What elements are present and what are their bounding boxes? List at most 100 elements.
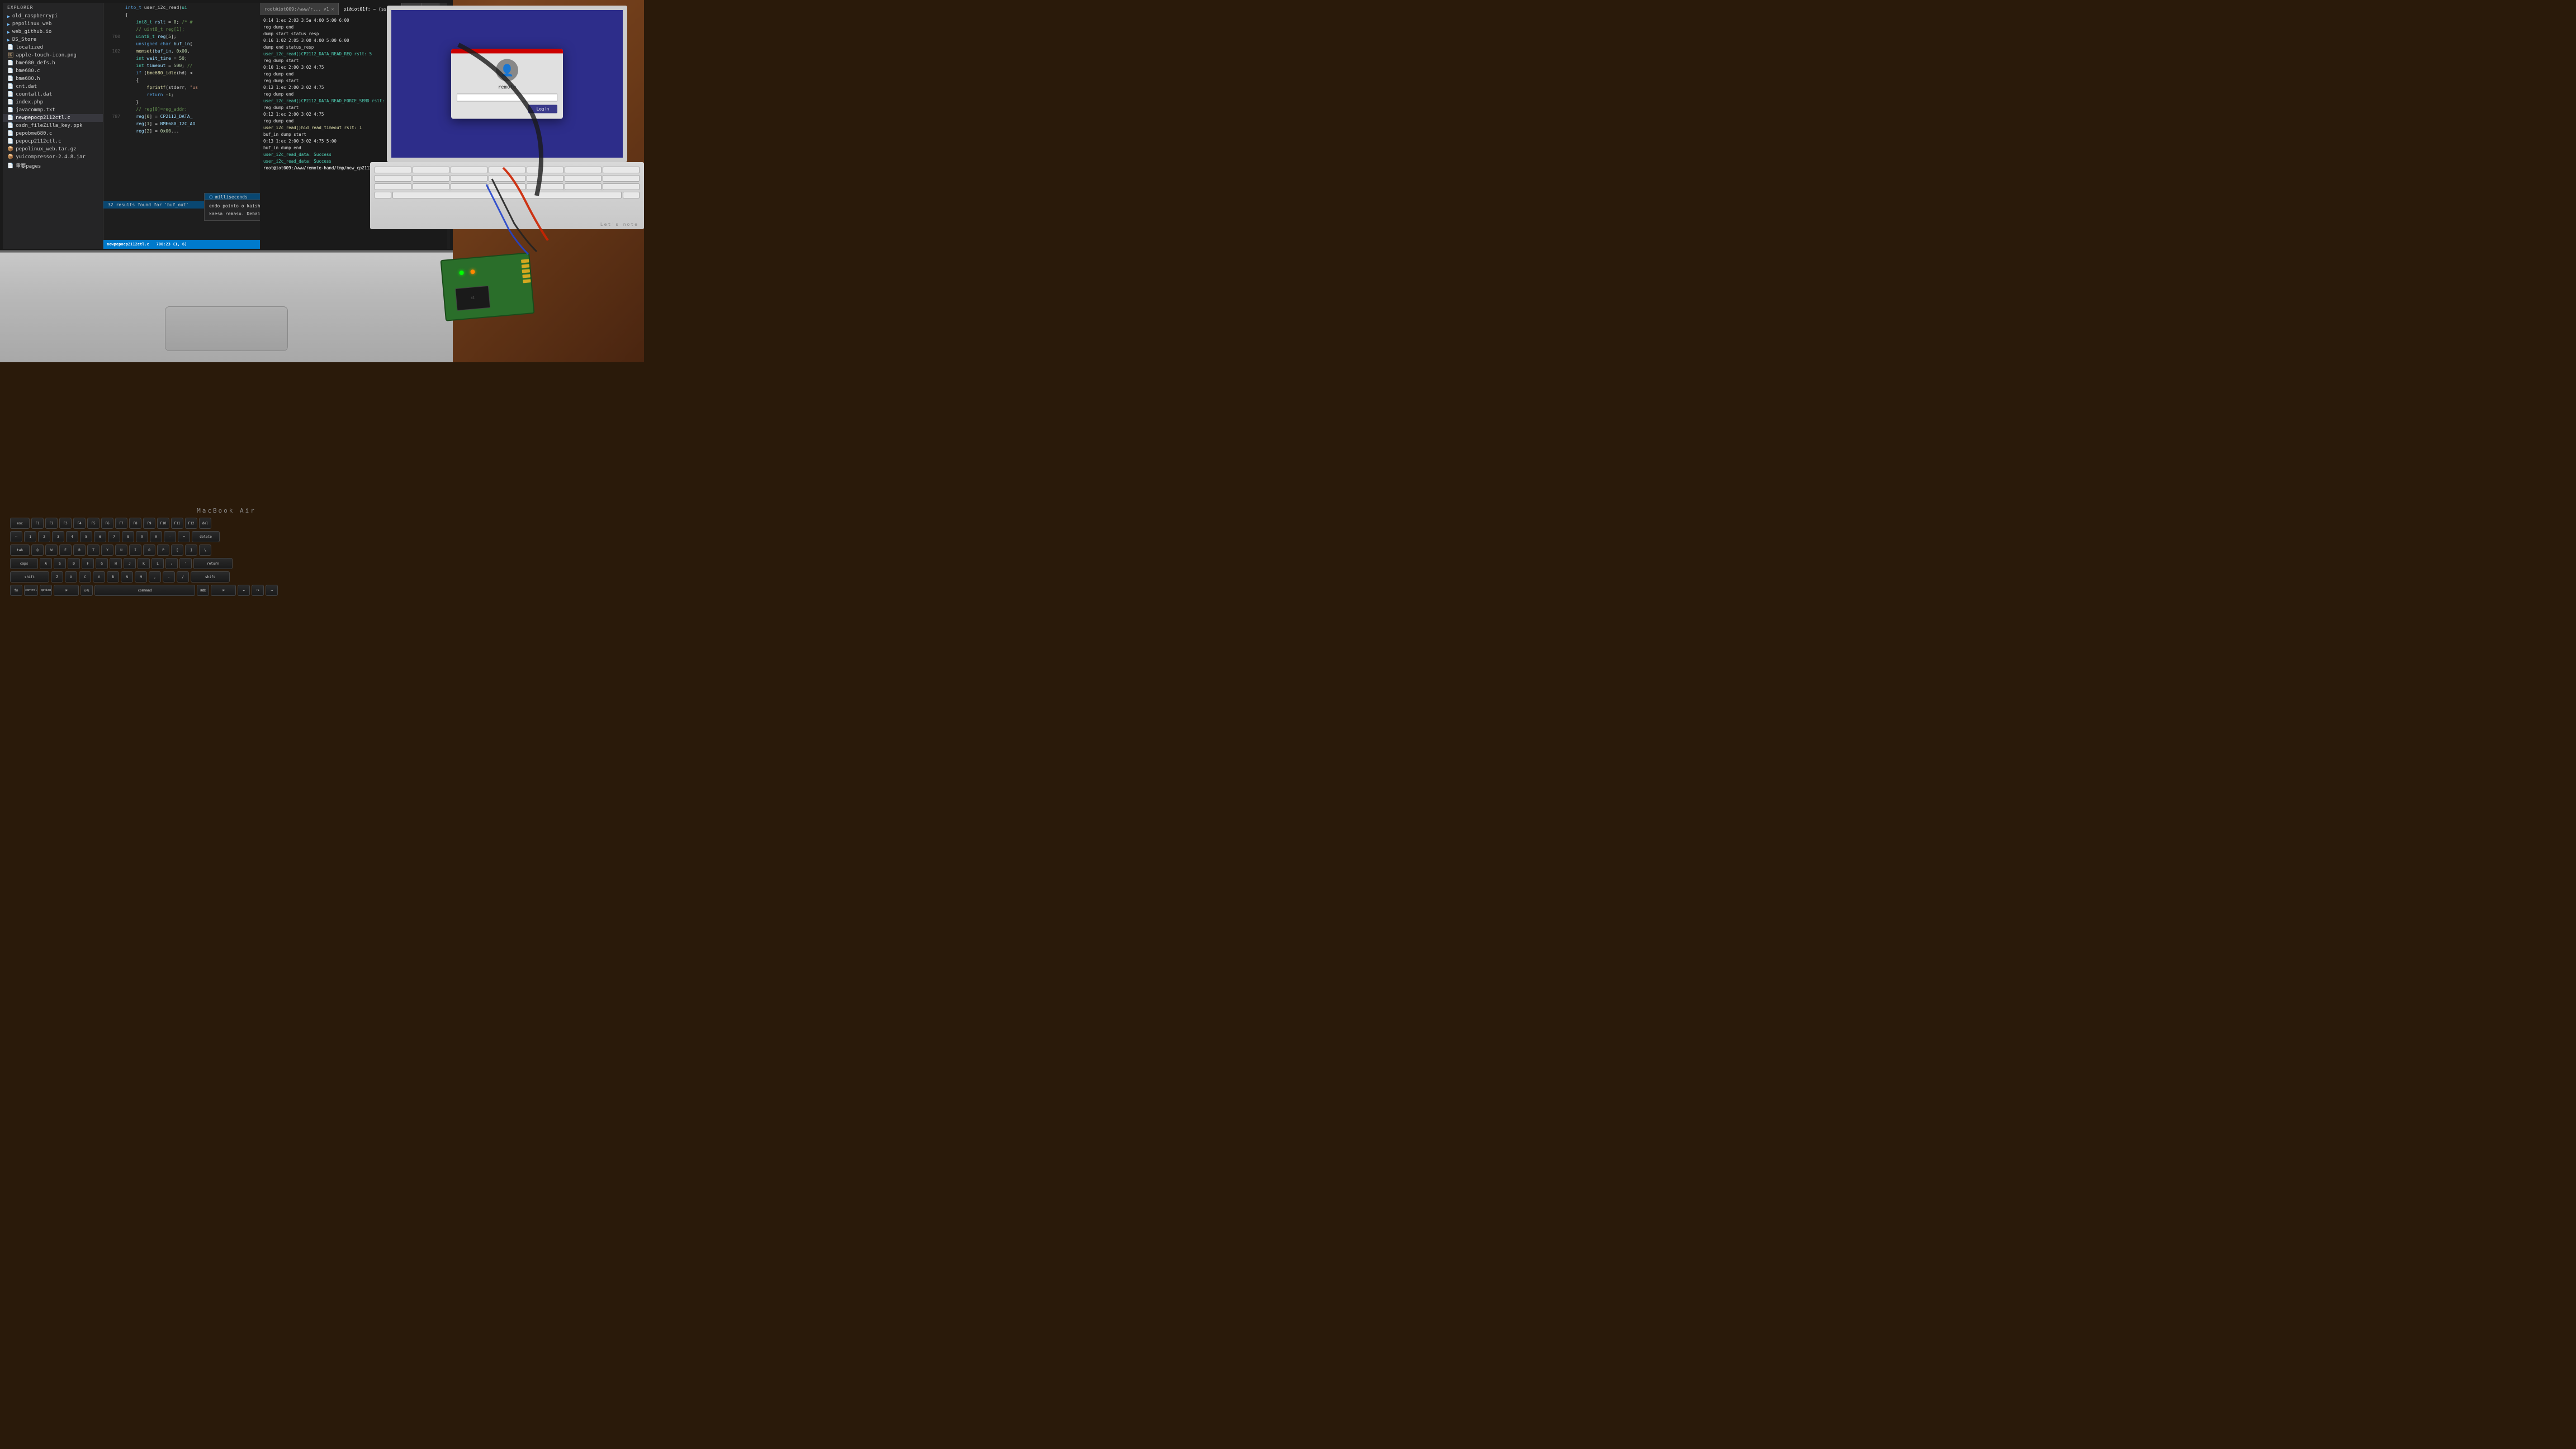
key-cmd-right[interactable]: ⌘ — [211, 585, 236, 596]
key-f4[interactable]: F4 — [73, 518, 86, 529]
sidebar-item-indexphp[interactable]: 📄 index.php — [3, 98, 103, 106]
key-caps[interactable]: caps — [10, 558, 38, 569]
key-e[interactable]: E — [59, 544, 72, 556]
key-4[interactable]: 4 — [66, 531, 78, 542]
sidebar-item-newpepocp2112[interactable]: 📄 newpepocp2112ctl.c — [3, 114, 103, 122]
key-quote[interactable]: ' — [179, 558, 192, 569]
key-f5[interactable]: F5 — [87, 518, 100, 529]
key-8[interactable]: 8 — [122, 531, 134, 542]
trackpad[interactable] — [165, 306, 288, 351]
key-tilde[interactable]: ~ — [10, 531, 22, 542]
key-f7[interactable]: F7 — [115, 518, 127, 529]
terminal-tab-root[interactable]: root@iot009:/www/r... ✗1 ✕ — [260, 3, 339, 15]
key-w[interactable]: W — [45, 544, 58, 556]
key-fn[interactable]: fn — [10, 585, 22, 596]
login-button[interactable]: Log In — [528, 105, 557, 113]
key-arrow-left[interactable]: ← — [238, 585, 250, 596]
key-shift-right[interactable]: shift — [191, 571, 230, 583]
sidebar-item-old-raspberrypi[interactable]: ▶ old_raspberrypi — [3, 12, 103, 20]
key-period[interactable]: . — [163, 571, 175, 583]
key-i[interactable]: I — [129, 544, 141, 556]
key-q[interactable]: Q — [31, 544, 44, 556]
key-z[interactable]: Z — [51, 571, 63, 583]
key-tab[interactable]: tab — [10, 544, 30, 556]
key-t[interactable]: T — [87, 544, 100, 556]
sidebar-item-bme680c[interactable]: 📄 bme680.c — [3, 67, 103, 75]
key-9[interactable]: 9 — [136, 531, 148, 542]
sidebar-item-pepocp2112[interactable]: 📄 pepocp2112ctl.c — [3, 138, 103, 145]
key-slash[interactable]: / — [177, 571, 189, 583]
key-j[interactable]: J — [124, 558, 136, 569]
key-2[interactable]: 2 — [38, 531, 50, 542]
key-backslash[interactable]: \ — [199, 544, 211, 556]
key-d[interactable]: D — [68, 558, 80, 569]
key-delete[interactable]: delete — [192, 531, 220, 542]
key-0[interactable]: 0 — [150, 531, 162, 542]
key-h[interactable]: H — [110, 558, 122, 569]
password-input[interactable] — [457, 94, 557, 102]
key-a[interactable]: A — [40, 558, 52, 569]
key-k[interactable]: K — [138, 558, 150, 569]
key-f10[interactable]: F10 — [157, 518, 169, 529]
code-editor[interactable]: 700 102 787 — [103, 3, 260, 249]
sidebar-item-bme680h[interactable]: 📄 bme680.h — [3, 75, 103, 83]
key-s[interactable]: S — [54, 558, 66, 569]
sidebar-item-web-github[interactable]: ▶ web_github.io — [3, 28, 103, 36]
key-option[interactable]: option — [40, 585, 52, 596]
sidebar-item-ds-store[interactable]: ▶ DS_Store — [3, 36, 103, 44]
sidebar-item-osdn[interactable]: 📄 osdn_fileZilla_key.ppk — [3, 122, 103, 130]
key-m[interactable]: M — [135, 571, 147, 583]
key-f9[interactable]: F9 — [143, 518, 155, 529]
sidebar-item-pepobme680[interactable]: 📄 pepobme680.c — [3, 130, 103, 138]
key-6[interactable]: 6 — [94, 531, 106, 542]
key-command[interactable]: command — [94, 585, 195, 596]
close-icon[interactable]: ✕ — [332, 7, 334, 12]
key-cmd-left[interactable]: ⌘ — [54, 585, 79, 596]
key-minus[interactable]: - — [164, 531, 176, 542]
key-o[interactable]: O — [143, 544, 155, 556]
key-comma[interactable]: , — [149, 571, 161, 583]
key-return[interactable]: return — [193, 558, 233, 569]
key-arrow-updown[interactable]: ↑↓ — [252, 585, 264, 596]
key-l[interactable]: L — [151, 558, 164, 569]
key-r[interactable]: R — [73, 544, 86, 556]
key-b[interactable]: B — [107, 571, 119, 583]
key-lbracket[interactable]: [ — [171, 544, 183, 556]
key-f2[interactable]: F2 — [45, 518, 58, 529]
key-f[interactable]: F — [82, 558, 94, 569]
sidebar-item-juyo-pages[interactable]: 📄 重要pages — [3, 161, 103, 171]
key-u[interactable]: U — [115, 544, 127, 556]
key-f11[interactable]: F11 — [171, 518, 183, 529]
key-n[interactable]: N — [121, 571, 133, 583]
key-g[interactable]: G — [96, 558, 108, 569]
key-x[interactable]: X — [65, 571, 77, 583]
key-f6[interactable]: F6 — [101, 518, 113, 529]
sidebar-item-countall[interactable]: 📄 countall.dat — [3, 91, 103, 98]
key-7[interactable]: 7 — [108, 531, 120, 542]
key-eisu[interactable]: 英数 — [197, 585, 209, 596]
key-1[interactable]: 1 — [24, 531, 36, 542]
key-control[interactable]: control — [24, 585, 38, 596]
sidebar-item-yuicompressor[interactable]: 📦 yuicompressor-2.4.8.jar — [3, 153, 103, 161]
key-f1[interactable]: F1 — [31, 518, 44, 529]
key-v[interactable]: V — [93, 571, 105, 583]
key-kana[interactable]: かな — [80, 585, 93, 596]
key-f8[interactable]: F8 — [129, 518, 141, 529]
sidebar-item-pepolinux-web[interactable]: ▶ pepolinux_web — [3, 20, 103, 28]
key-c[interactable]: C — [79, 571, 91, 583]
key-y[interactable]: Y — [101, 544, 113, 556]
key-5[interactable]: 5 — [80, 531, 92, 542]
key-f12[interactable]: F12 — [185, 518, 197, 529]
key-3[interactable]: 3 — [52, 531, 64, 542]
key-f3[interactable]: F3 — [59, 518, 72, 529]
sidebar-item-localized[interactable]: 📄 localized — [3, 44, 103, 51]
key-arrow-right[interactable]: → — [266, 585, 278, 596]
key-del[interactable]: del — [199, 518, 211, 529]
key-shift-left[interactable]: shift — [10, 571, 49, 583]
sidebar-item-javacommp[interactable]: 📄 javacommp.txt — [3, 106, 103, 114]
code-text[interactable]: into_t user_i2c_read(ui { int8_t rslt = … — [123, 3, 260, 136]
key-semicolon[interactable]: ; — [165, 558, 178, 569]
key-p[interactable]: P — [157, 544, 169, 556]
sidebar-item-bme680-defs[interactable]: 📄 bme680_defs.h — [3, 59, 103, 67]
key-esc[interactable]: esc — [10, 518, 30, 529]
